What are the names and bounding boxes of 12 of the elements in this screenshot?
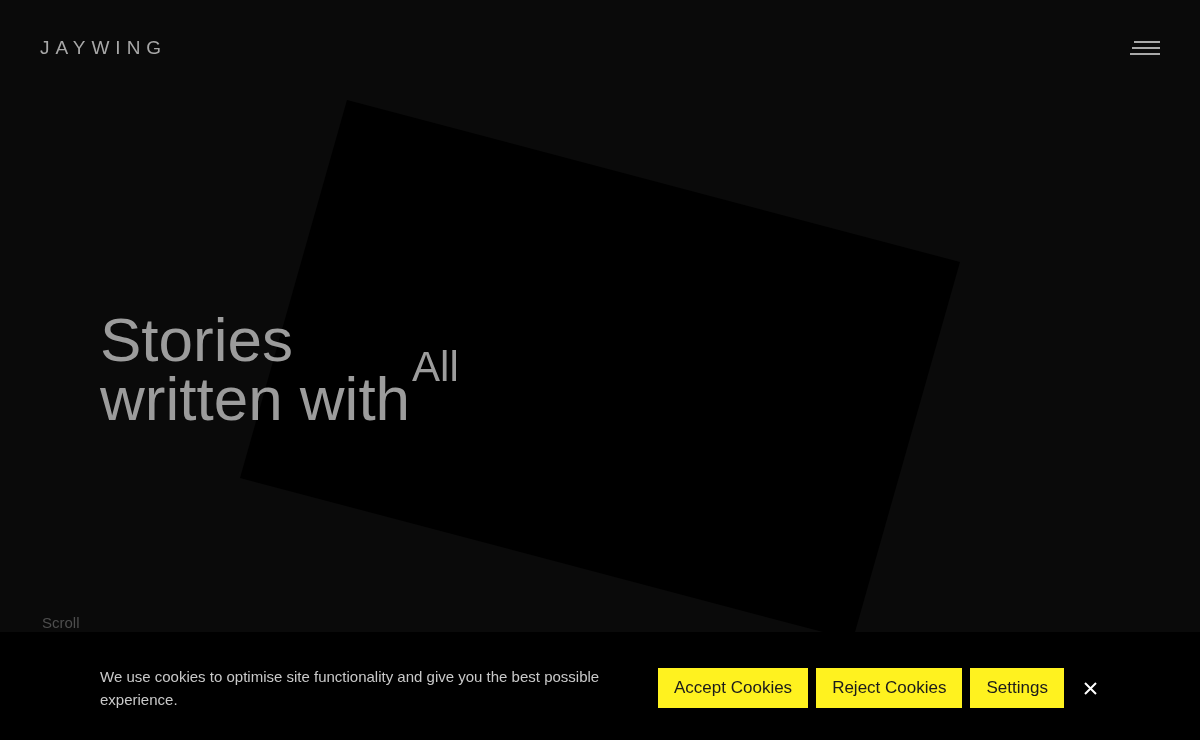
scroll-hint: Scroll: [42, 614, 80, 632]
cookie-button[interactable]: Reject Cookies: [816, 668, 963, 708]
logo-link[interactable]: JAYWING: [40, 36, 168, 60]
menu-icon: [1130, 41, 1160, 55]
cookie-button[interactable]: Accept Cookies: [658, 668, 809, 708]
rotating-word: All: [412, 346, 459, 388]
cookie-message: We use cookies to optimise site functionality and give you the best possible experience.: [100, 667, 601, 710]
hero-headline: Stories written with: [100, 310, 411, 428]
close-button[interactable]: [1083, 681, 1097, 695]
menu-button[interactable]: [1130, 41, 1160, 55]
close-icon: [1083, 681, 1097, 695]
cookie-button[interactable]: Settings: [970, 668, 1064, 708]
